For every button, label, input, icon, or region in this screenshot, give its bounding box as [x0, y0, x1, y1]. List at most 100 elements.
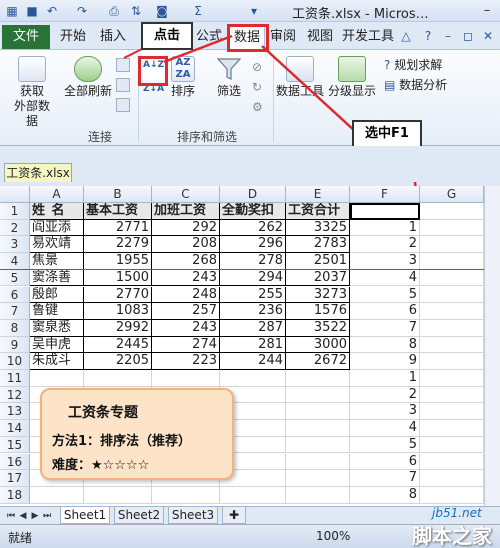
cell-c1[interactable]: 加班工资	[152, 203, 220, 220]
cell-c9[interactable]: 274	[152, 336, 220, 354]
cell-e3[interactable]: 2783	[286, 236, 350, 254]
cell-c11[interactable]	[152, 370, 220, 387]
next-sheet-icon[interactable]: ▶	[30, 509, 40, 523]
row-header-6[interactable]: 6	[0, 286, 30, 304]
cell-e6[interactable]: 3273	[286, 286, 350, 304]
cell-d2[interactable]: 262	[220, 219, 286, 237]
cell-b4[interactable]: 1955	[84, 253, 152, 270]
cell-g14[interactable]	[420, 420, 484, 437]
workbook-tab[interactable]: 工资条.xlsx	[4, 163, 72, 182]
cell-e7[interactable]: 1576	[286, 303, 350, 320]
last-sheet-icon[interactable]: ⏭	[42, 509, 52, 523]
cell-f13[interactable]: 3	[350, 403, 420, 421]
cell-d18[interactable]	[220, 486, 286, 504]
select-all-corner[interactable]	[0, 186, 30, 203]
row-header-13[interactable]: 13	[0, 403, 30, 421]
cell-e2[interactable]: 3325	[286, 219, 350, 237]
cell-e18[interactable]	[286, 486, 350, 504]
cell-g1[interactable]	[420, 203, 484, 220]
cell-d11[interactable]	[220, 370, 286, 387]
cell-g13[interactable]	[420, 403, 484, 421]
cell-c5[interactable]: 243	[152, 269, 220, 287]
cell-c7[interactable]: 257	[152, 303, 220, 320]
vertical-scrollbar[interactable]	[484, 186, 500, 506]
cell-g11[interactable]	[420, 370, 484, 387]
row-header-10[interactable]: 10	[0, 353, 30, 370]
cell-g18[interactable]	[420, 486, 484, 504]
cell-f16[interactable]: 6	[350, 453, 420, 471]
row-header-1[interactable]: 1	[0, 203, 30, 220]
row-header-17[interactable]: 17	[0, 470, 30, 487]
column-header-b[interactable]: B	[84, 186, 152, 203]
cell-g6[interactable]	[420, 286, 484, 304]
cell-g2[interactable]	[420, 219, 484, 237]
cell-e8[interactable]: 3522	[286, 319, 350, 337]
row-header-12[interactable]: 12	[0, 386, 30, 404]
row-header-18[interactable]: 18	[0, 486, 30, 504]
cell-b3[interactable]: 2279	[84, 236, 152, 254]
cell-c18[interactable]	[152, 486, 220, 504]
row-header-11[interactable]: 11	[0, 370, 30, 387]
row-header-2[interactable]: 2	[0, 219, 30, 237]
column-header-d[interactable]: D	[220, 186, 286, 203]
cell-f5[interactable]: 4	[350, 269, 420, 287]
sheet-tab-sheet2[interactable]: Sheet2	[114, 507, 164, 524]
cell-b2[interactable]: 2771	[84, 219, 152, 237]
row-header-15[interactable]: 15	[0, 436, 30, 454]
sheet-tab-sheet3[interactable]: Sheet3	[168, 507, 218, 524]
cell-a9[interactable]: 吴申虎	[30, 336, 84, 354]
cell-b8[interactable]: 2992	[84, 319, 152, 337]
cell-c4[interactable]: 268	[152, 253, 220, 270]
cell-b18[interactable]	[84, 486, 152, 504]
cell-f6[interactable]: 5	[350, 286, 420, 304]
cell-g12[interactable]	[420, 386, 484, 404]
column-header-g[interactable]: G	[420, 186, 484, 203]
cell-d1[interactable]: 全勤奖扣	[220, 203, 286, 220]
cell-f17[interactable]: 7	[350, 470, 420, 487]
cell-f10[interactable]: 9	[350, 353, 420, 370]
cell-g9[interactable]	[420, 336, 484, 354]
cell-f11[interactable]: 1	[350, 370, 420, 387]
cell-b1[interactable]: 基本工资	[84, 203, 152, 220]
cell-c2[interactable]: 292	[152, 219, 220, 237]
cell-f3[interactable]: 2	[350, 236, 420, 254]
cell-f18[interactable]: 8	[350, 486, 420, 504]
cell-c8[interactable]: 243	[152, 319, 220, 337]
cell-b9[interactable]: 2445	[84, 336, 152, 354]
column-header-f[interactable]: F	[350, 186, 420, 203]
cell-f2[interactable]: 1	[350, 219, 420, 237]
cell-b11[interactable]	[84, 370, 152, 387]
cell-b10[interactable]: 2205	[84, 353, 152, 370]
cell-a10[interactable]: 朱成斗	[30, 353, 84, 370]
cell-f12[interactable]: 2	[350, 386, 420, 404]
cell-d9[interactable]: 281	[220, 336, 286, 354]
cell-a3[interactable]: 易欢靖	[30, 236, 84, 254]
row-header-5[interactable]: 5	[0, 269, 30, 287]
cell-g7[interactable]	[420, 303, 484, 320]
cell-b6[interactable]: 2770	[84, 286, 152, 304]
first-sheet-icon[interactable]: ⏮	[6, 509, 16, 523]
cell-e16[interactable]	[286, 453, 350, 471]
row-header-3[interactable]: 3	[0, 236, 30, 254]
cell-e10[interactable]: 2672	[286, 353, 350, 370]
cell-g17[interactable]	[420, 470, 484, 487]
zoom-level[interactable]: 100%	[316, 529, 350, 543]
cell-f14[interactable]: 4	[350, 420, 420, 437]
cell-e12[interactable]	[286, 386, 350, 404]
cell-d8[interactable]: 287	[220, 319, 286, 337]
cell-e4[interactable]: 2501	[286, 253, 350, 270]
cell-d7[interactable]: 236	[220, 303, 286, 320]
cell-a18[interactable]	[30, 486, 84, 504]
cell-b7[interactable]: 1083	[84, 303, 152, 320]
row-header-9[interactable]: 9	[0, 336, 30, 354]
column-header-c[interactable]: C	[152, 186, 220, 203]
cell-g10[interactable]	[420, 353, 484, 370]
column-header-e[interactable]: E	[286, 186, 350, 203]
cell-d3[interactable]: 296	[220, 236, 286, 254]
cell-c3[interactable]: 208	[152, 236, 220, 254]
cell-g16[interactable]	[420, 453, 484, 471]
cell-f1[interactable]	[350, 203, 420, 220]
cell-e11[interactable]	[286, 370, 350, 387]
cell-e13[interactable]	[286, 403, 350, 421]
cell-g15[interactable]	[420, 436, 484, 454]
